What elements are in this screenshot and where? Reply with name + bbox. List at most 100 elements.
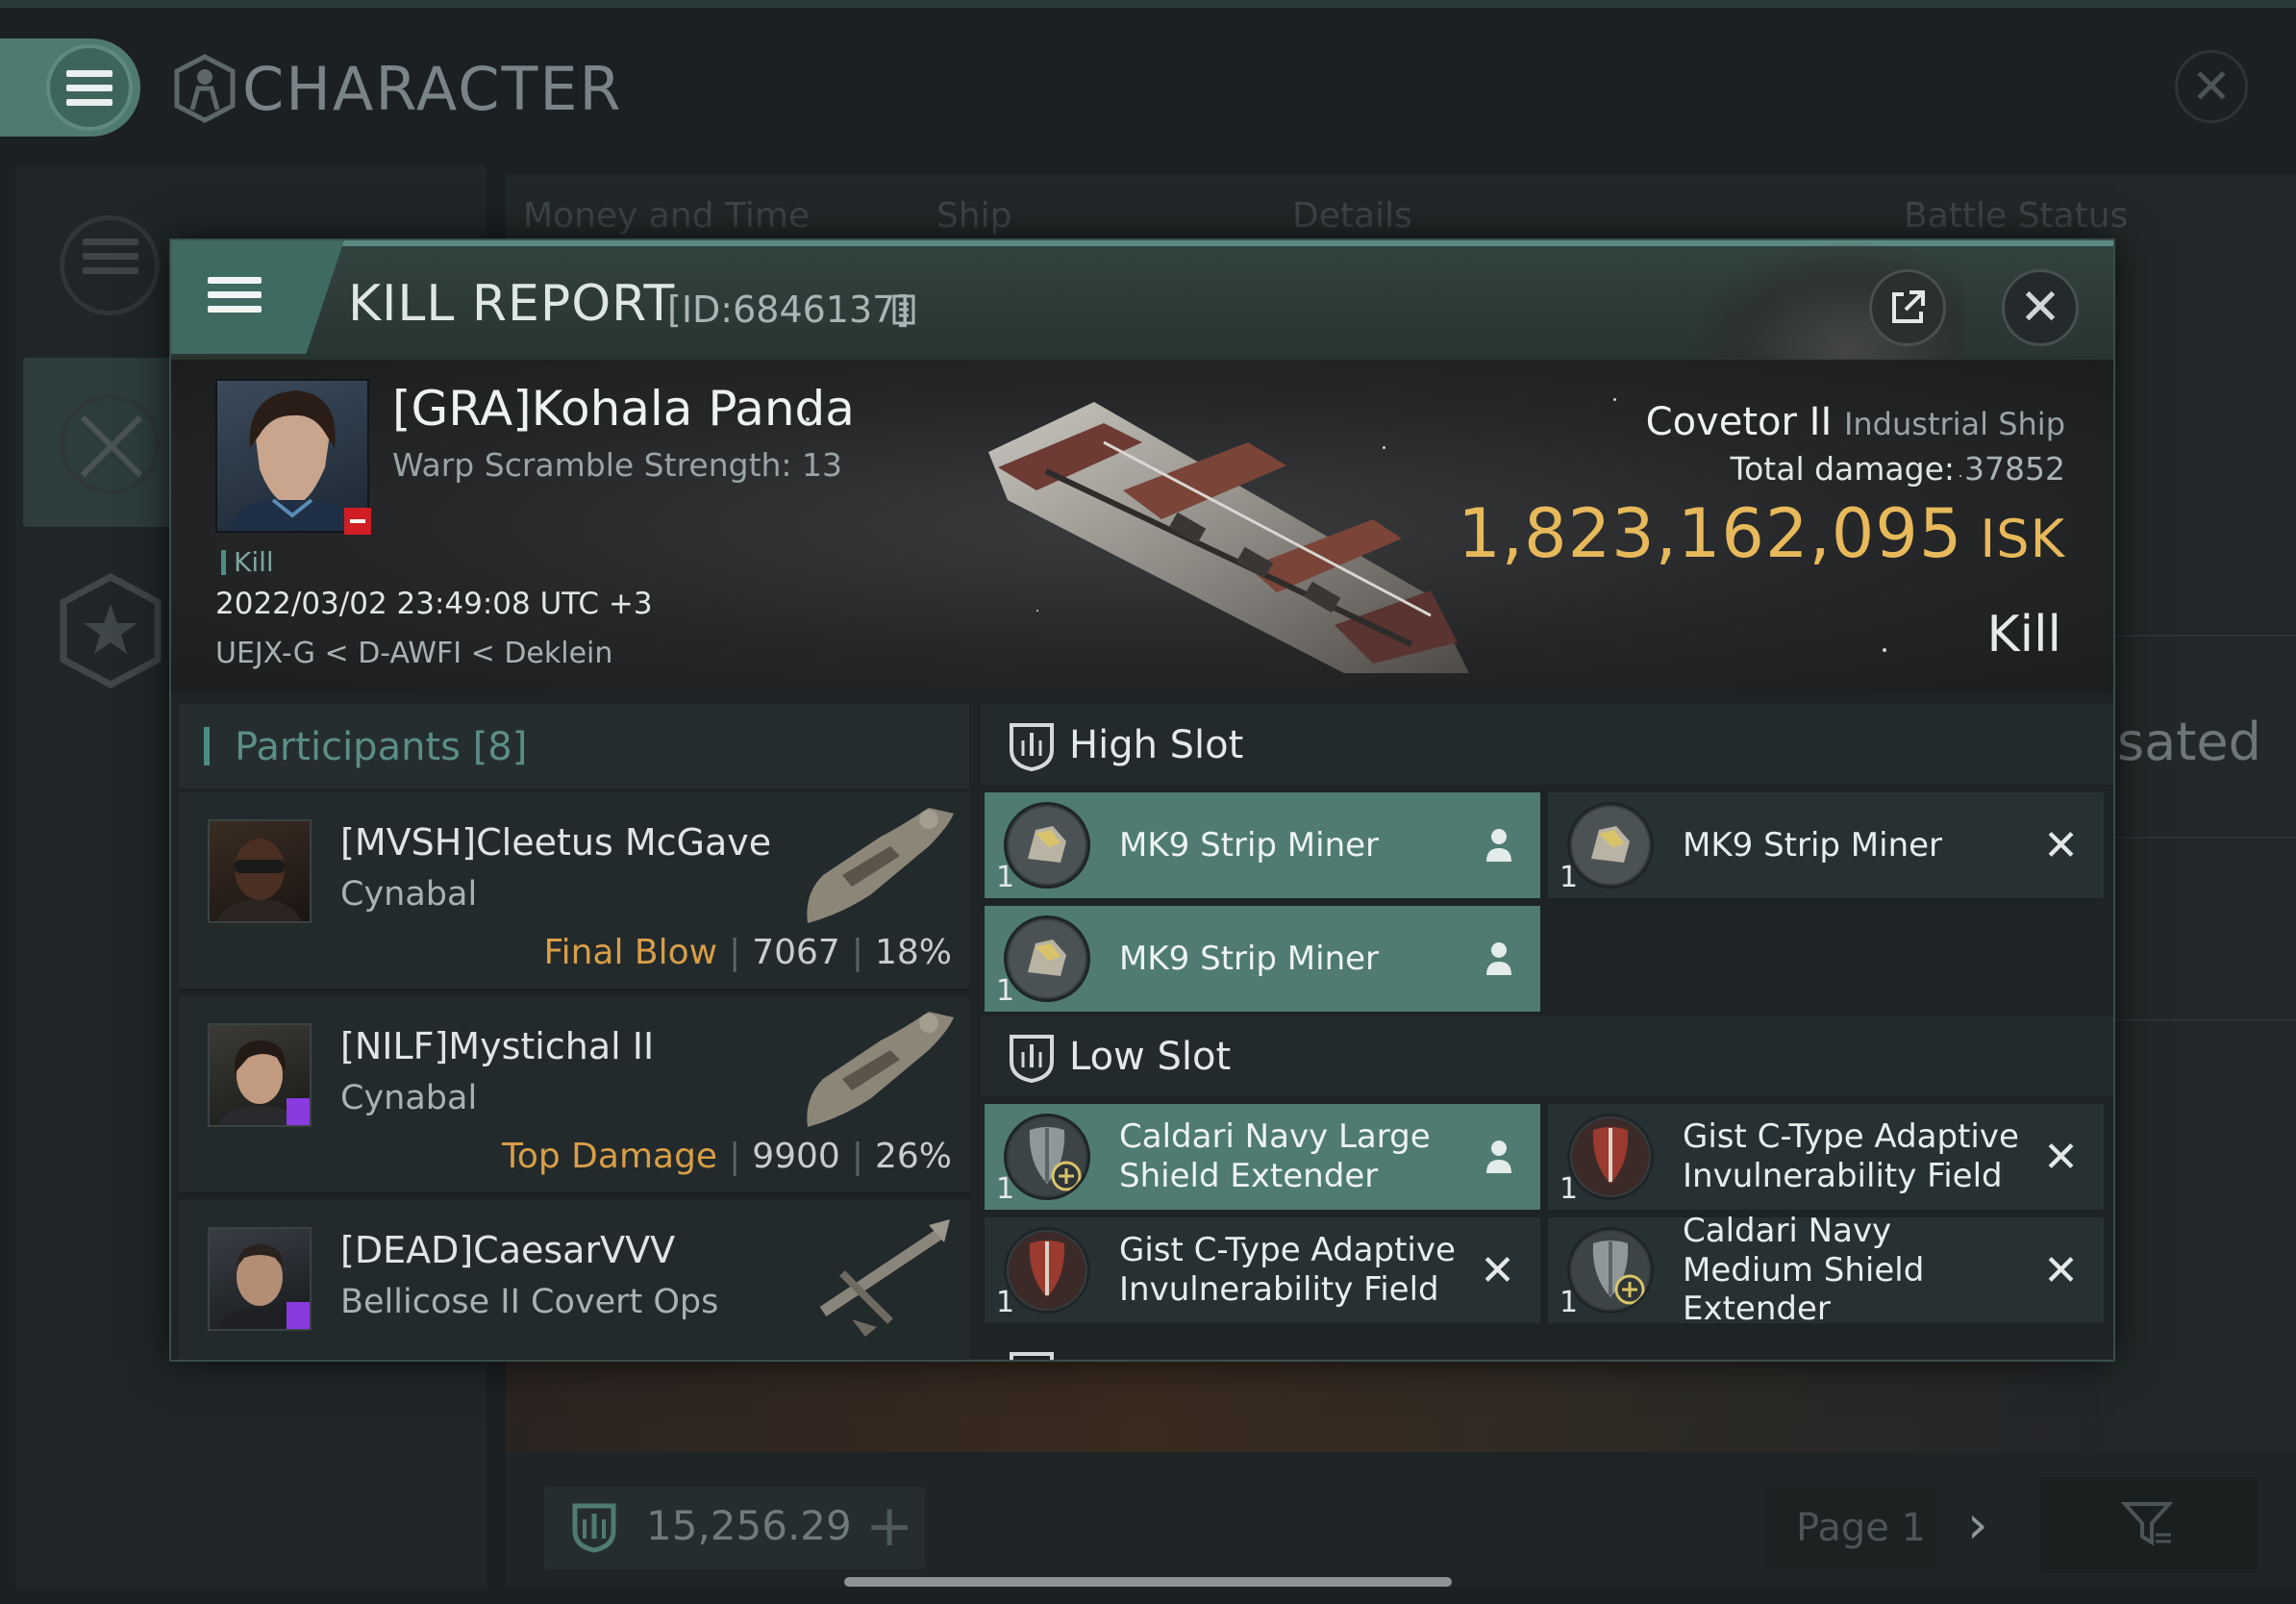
person-icon (1486, 942, 1511, 975)
modal-close-button[interactable]: ✕ (2002, 269, 2079, 346)
tab-battle-status[interactable]: Battle Status (1904, 196, 2128, 236)
crossed-swords-icon (80, 414, 143, 478)
isk-unit: ISK (1980, 509, 2065, 569)
isk-value: 1,823,162,095 ISK (1458, 494, 2065, 573)
module-quantity: 1 (1560, 861, 1579, 894)
participant-row[interactable]: [DEAD]CaesarVVV Bellicose II Covert Ops (179, 1200, 969, 1360)
hamburger-icon (208, 277, 262, 313)
module-item[interactable]: 1 MK9 Strip Miner (985, 792, 1540, 898)
participant-ship: Bellicose II Covert Ops (340, 1283, 719, 1321)
x-icon: ✕ (2043, 1246, 2079, 1295)
victim-name[interactable]: [GRA]Kohala Panda (392, 381, 855, 437)
top-edge (0, 0, 2296, 8)
invulnerability-field-icon (1567, 1114, 1654, 1200)
participants-label: Participants (235, 725, 461, 769)
participant-role: Final Blow (543, 933, 718, 972)
participants-count: [8] (472, 725, 528, 769)
avatar (208, 819, 312, 923)
participant-portrait (217, 839, 302, 921)
hamburger-icon (66, 69, 112, 106)
ship-type[interactable]: Covetor II Industrial Ship (1646, 400, 2065, 444)
external-link-icon (1892, 290, 1925, 323)
x-icon: ✕ (2043, 1133, 2079, 1182)
participants-title: Participants [8] (235, 725, 527, 769)
module-name: MK9 Strip Miner (1119, 825, 1380, 865)
participant-name: [MVSH]Cleetus McGave (340, 821, 772, 864)
module-item[interactable]: 1 Caldari Navy Medium Shield Extender ✕ (1548, 1211, 2104, 1329)
shield-extender-icon (1004, 1114, 1090, 1200)
tab-money-and-time[interactable]: Money and Time (523, 196, 810, 236)
module-item[interactable]: 1 Gist C-Type Adaptive Invulnerability F… (1548, 1104, 2104, 1210)
filter-icon (2121, 1502, 2173, 1546)
total-damage-value: 37852 (1964, 450, 2065, 488)
shield-extender-icon (1567, 1227, 1654, 1314)
window-title: CHARACTER (242, 54, 623, 124)
low-slot-label: Low Slot (1069, 1035, 1232, 1079)
kill-datetime: 2022/03/02 23:49:08 UTC +3 (215, 587, 653, 621)
slot-shield-icon (1010, 723, 1054, 771)
page-label: Page 1 (1796, 1506, 1926, 1550)
tab-details[interactable]: Details (1292, 196, 1412, 236)
next-page-button[interactable]: › (1967, 1494, 1988, 1555)
module-item[interactable]: 1 MK9 Strip Miner ✕ (1548, 792, 2104, 898)
rail-favorites-button[interactable] (23, 539, 192, 708)
row-divider (2115, 837, 2296, 839)
module-name: MK9 Strip Miner (1119, 939, 1380, 978)
character-menu-button[interactable] (0, 38, 140, 137)
kill-report-modal: KILL REPORT [ID:6846137] ✕ [GRA]Kohala P… (169, 238, 2115, 1362)
x-icon: ✕ (1480, 1246, 1515, 1295)
ship-class: Industrial Ship (1843, 406, 2065, 442)
participant-ship-image (807, 1012, 954, 1127)
character-icon (174, 54, 236, 123)
result-label: Kill (1986, 606, 2061, 664)
invulnerability-field-icon (1004, 1227, 1090, 1314)
window-close-button[interactable]: ✕ (2175, 50, 2248, 123)
module-name: Caldari Navy Large Shield Extender (1119, 1117, 1431, 1195)
isk-wallet-icon (572, 1503, 616, 1553)
kill-id: [ID:6846137] (667, 288, 911, 331)
participant-damage: 9900 (752, 1137, 840, 1176)
participant-row[interactable]: [MVSH]Cleetus McGave Cynabal Final Blow |… (179, 792, 969, 992)
partial-status-text: sated (2117, 712, 2261, 772)
module-quantity: 1 (996, 1286, 1015, 1319)
participant-name: [DEAD]CaesarVVV (340, 1229, 676, 1271)
share-button[interactable] (1869, 269, 1946, 346)
row-divider (2115, 1019, 2296, 1021)
close-icon: ✕ (2191, 59, 2232, 114)
participant-role: Top Damage (501, 1137, 718, 1176)
x-icon: ✕ (2043, 821, 2079, 870)
module-name: Gist C-Type Adaptive Invulnerability Fie… (1119, 1231, 1456, 1309)
avatar (208, 1227, 312, 1331)
high-slot-header: High Slot (981, 704, 2113, 785)
module-item[interactable]: 1 Gist C-Type Adaptive Invulnerability F… (985, 1217, 1540, 1323)
low-slot-header: Low Slot (981, 1015, 2113, 1096)
participant-damage: 7067 (752, 933, 840, 972)
module-quantity: 1 (996, 1172, 1015, 1206)
victim-ship-image (988, 402, 1469, 673)
background-art (506, 1358, 2102, 1454)
hamburger-icon (83, 238, 138, 274)
module-item[interactable]: 1 MK9 Strip Miner (985, 906, 1540, 1012)
module-item[interactable]: 1 Caldari Navy Large Shield Extender (985, 1104, 1540, 1210)
participant-percent: 26% (874, 1137, 952, 1176)
module-name: MK9 Strip Miner (1683, 825, 1943, 865)
tab-ship[interactable]: Ship (936, 196, 1012, 236)
rail-menu-button[interactable] (23, 179, 192, 348)
participant-name: [NILF]Mystichal II (340, 1025, 655, 1067)
module-name: Caldari Navy Medium Shield Extender (1683, 1211, 1925, 1329)
row-divider (2115, 635, 2296, 637)
participant-stats: Final Blow | 7067 | 18% (543, 933, 952, 972)
victim-portrait[interactable] (215, 379, 371, 535)
copy-icon[interactable] (892, 290, 919, 325)
module-quantity: 1 (1560, 1286, 1579, 1319)
avatar (208, 1023, 312, 1127)
add-funds-button[interactable]: + (865, 1492, 913, 1560)
module-quantity: 1 (1560, 1172, 1579, 1206)
person-icon (1486, 829, 1511, 862)
loss-badge (344, 508, 371, 535)
kill-location[interactable]: UEJX-G < D-AWFI < Deklein (215, 637, 612, 670)
high-slot-label: High Slot (1069, 723, 1244, 767)
warp-scramble-strength: Warp Scramble Strength: 13 (392, 446, 843, 484)
participant-row[interactable]: [NILF]Mystichal II Cynabal Top Damage | 99… (179, 996, 969, 1196)
participant-percent: 18% (874, 933, 952, 972)
